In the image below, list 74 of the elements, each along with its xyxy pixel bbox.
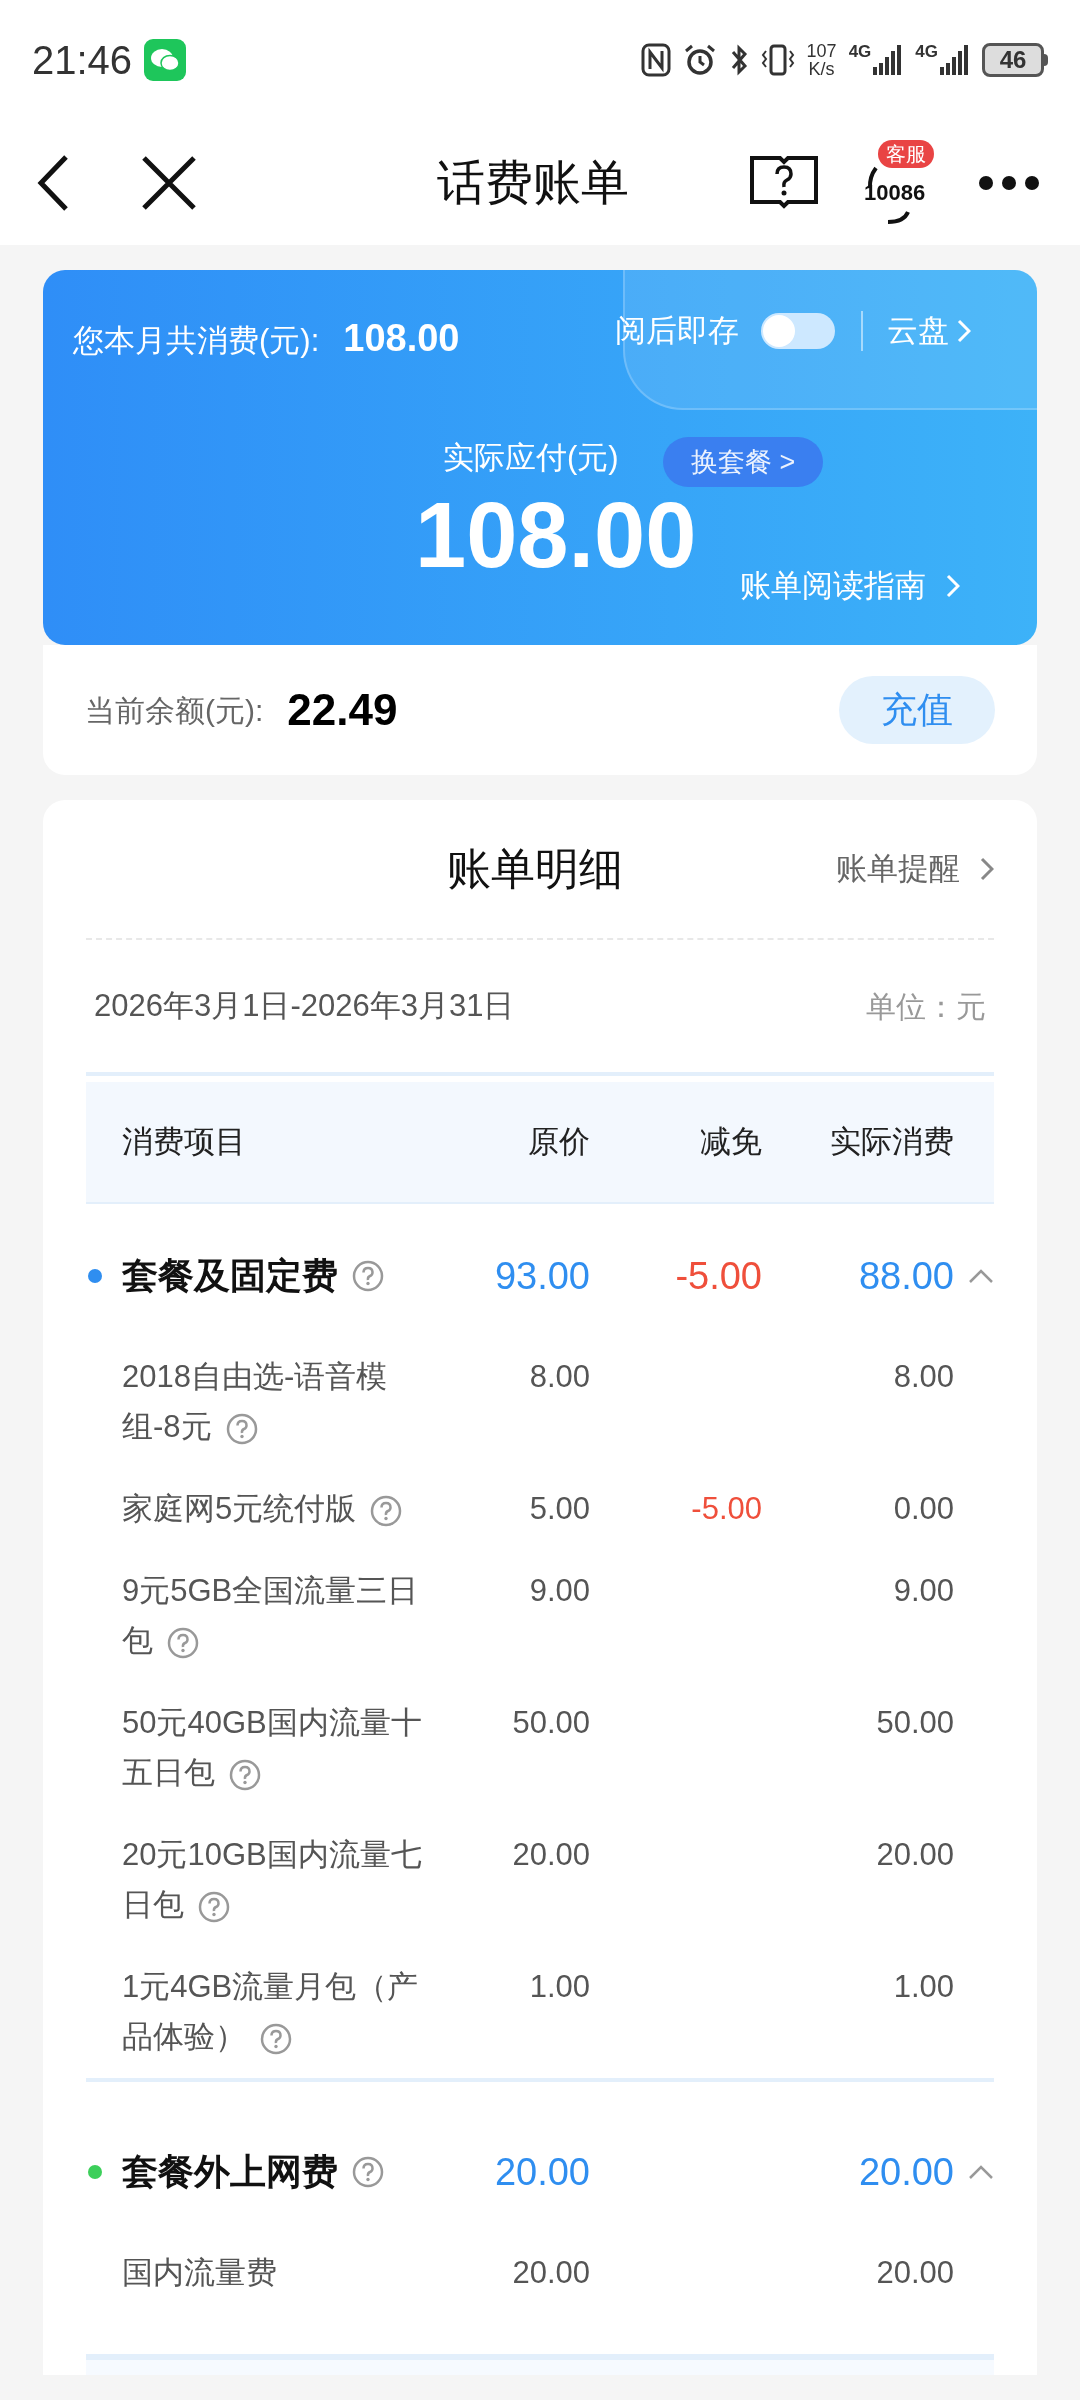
- fee-item-name: 20元10GB国内流量七日包: [121, 1836, 423, 1925]
- fee-item-name: 9元5GB全国流量三日包: [121, 1572, 420, 1661]
- balance-label: 当前余额(元):: [85, 692, 264, 729]
- cloud-link[interactable]: 云盘: [887, 308, 971, 355]
- speed-text: 107: [806, 42, 837, 60]
- help-icon: [198, 1890, 230, 1923]
- category-name: 套餐及固定费: [122, 1254, 338, 1298]
- item-actual-amount: 20.00: [875, 1836, 954, 1874]
- fee-item-name: 家庭网5元统付版: [86, 1484, 458, 1534]
- category-actual-amount: 20.00: [857, 2149, 954, 2195]
- category-discount: -5.00: [674, 1253, 762, 1299]
- item-original-price: 8.00: [528, 1358, 590, 1396]
- fee-item-name: 1元4GB流量月包（产品体验）: [121, 1968, 420, 2057]
- nfc-icon: [640, 43, 671, 77]
- help-icon: [352, 1260, 384, 1292]
- total-amount: 108.00: [343, 316, 460, 361]
- clock-text: 21:46: [32, 37, 133, 84]
- chevron-right-icon: [957, 319, 971, 344]
- network-type-text: 4G: [848, 43, 872, 60]
- item-original-price: 20.00: [511, 2254, 590, 2292]
- autosave-label: 阅后即存: [615, 312, 739, 350]
- help-icon: [260, 2022, 292, 2055]
- item-original-price: 9.00: [528, 1572, 590, 1610]
- item-actual-amount: 20.00: [875, 2254, 954, 2292]
- signal-icon: [873, 43, 904, 77]
- fee-item-name: 国内流量费: [121, 2254, 278, 2292]
- help-icon: [229, 1758, 261, 1791]
- item-actual-amount: 8.00: [892, 1358, 954, 1396]
- category-actual-amount: 88.00: [857, 1253, 954, 1299]
- autosave-toggle[interactable]: [761, 313, 835, 350]
- item-original-price: 20.00: [511, 1836, 590, 1874]
- recharge-button[interactable]: 充值: [839, 676, 995, 744]
- column-header: 减免: [699, 1122, 762, 1161]
- chat-app-icon: [144, 39, 187, 81]
- signal-icon: [940, 43, 970, 77]
- item-actual-amount: 1.00: [892, 1968, 954, 2006]
- column-header: 消费项目: [121, 1122, 247, 1161]
- bill-guide-link[interactable]: 账单阅读指南: [740, 563, 960, 610]
- more-icon[interactable]: [978, 174, 1040, 191]
- billing-period: 2026年3月1日-2026年3月31日: [94, 986, 515, 1025]
- column-header: 实际消费: [829, 1122, 954, 1161]
- help-icon: [370, 1494, 403, 1527]
- alarm-icon: [682, 43, 717, 77]
- help-icon: [225, 1412, 258, 1445]
- unit-label: 单位：元: [866, 988, 986, 1025]
- item-actual-amount: 50.00: [875, 1704, 954, 1742]
- item-original-price: 1.00: [528, 1968, 590, 2006]
- section-title: 账单明细: [447, 843, 623, 895]
- fee-item-name: 50元40GB国内流量十五日包: [121, 1704, 423, 1793]
- category-original-price: 20.00: [493, 2149, 590, 2195]
- bill-reminder-link[interactable]: 账单提醒: [836, 845, 994, 893]
- total-label: 您本月共消费(元):: [73, 322, 320, 360]
- speed-unit-text: K/s: [808, 60, 835, 78]
- chevron-right-icon: [946, 574, 960, 599]
- payable-label: 实际应付(元): [443, 439, 619, 477]
- fee-item-name: 2018自由选-语音模组-8元: [121, 1358, 389, 1447]
- change-plan-button[interactable]: 换套餐 >: [663, 437, 824, 487]
- customer-service-button[interactable]: 客服 10086: [864, 137, 940, 228]
- balance-amount: 22.49: [287, 684, 398, 736]
- item-original-price: 50.00: [511, 1704, 590, 1742]
- item-actual-amount: 9.00: [892, 1572, 954, 1610]
- help-icon: [352, 2156, 384, 2188]
- item-original-price: 5.00: [528, 1490, 590, 1528]
- category-original-price: 93.00: [493, 1253, 590, 1299]
- category-name: 套餐外上网费: [122, 2150, 338, 2194]
- help-icon: [167, 1626, 199, 1659]
- column-header: 原价: [527, 1122, 590, 1161]
- page-title: 话费账单: [437, 154, 629, 211]
- chevron-right-icon: [980, 857, 994, 881]
- vibrate-icon: [760, 43, 795, 77]
- item-actual-amount: 0.00: [892, 1490, 954, 1528]
- battery-level-text: 46: [982, 43, 1044, 77]
- item-discount: -5.00: [690, 1490, 762, 1528]
- network-type-text: 4G: [915, 43, 938, 60]
